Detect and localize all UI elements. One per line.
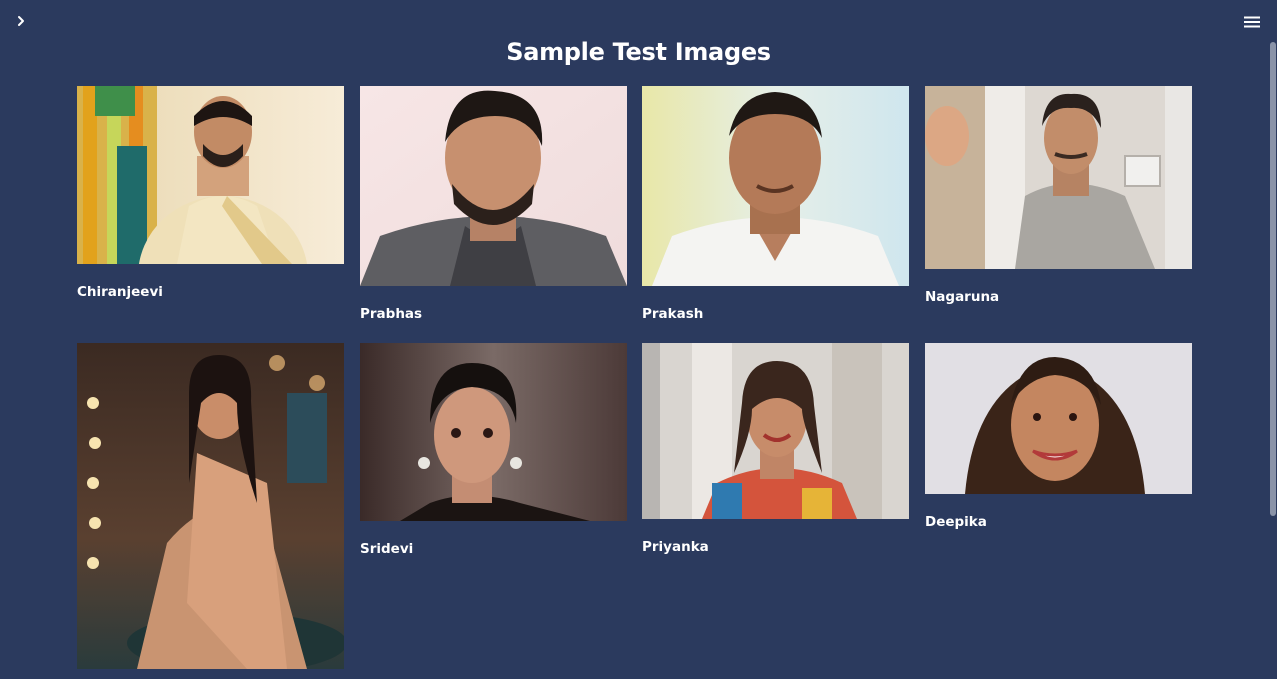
gallery-image-deepika[interactable] — [925, 343, 1192, 494]
gallery-caption: Chiranjeevi — [77, 284, 163, 300]
gallery-card[interactable]: Chiranjeevi — [77, 86, 344, 300]
gallery-image-prakash[interactable] — [642, 86, 909, 286]
gallery-card[interactable] — [77, 343, 344, 669]
gallery-caption: Prakash — [642, 306, 704, 322]
hamburger-menu-icon — [1244, 16, 1260, 28]
gallery-card[interactable]: Nagaruna — [925, 86, 1192, 305]
gallery-caption: Priyanka — [642, 539, 709, 555]
gallery-card[interactable]: Priyanka — [642, 343, 909, 555]
gallery-image-nagaruna[interactable] — [925, 86, 1192, 269]
gallery-card[interactable]: Deepika — [925, 343, 1192, 530]
gallery-image-sridevi[interactable] — [360, 343, 627, 521]
gallery-card[interactable]: Sridevi — [360, 343, 627, 557]
gallery-image-priyanka[interactable] — [642, 343, 909, 519]
app-window: Sample Test Images Chiranjeevi Prabhas P… — [0, 0, 1277, 679]
gallery-caption: Sridevi — [360, 541, 414, 557]
gallery-caption: Nagaruna — [925, 289, 1000, 305]
vertical-scrollbar[interactable] — [1270, 42, 1276, 516]
gallery-card[interactable]: Prabhas — [360, 86, 627, 322]
gallery-image-kajol[interactable] — [77, 343, 344, 669]
gallery-caption: Deepika — [925, 514, 987, 530]
gallery-image-chiranjeevi[interactable] — [77, 86, 344, 264]
chevron-right-icon — [18, 16, 24, 26]
main-menu-button[interactable] — [1241, 11, 1263, 33]
page-title: Sample Test Images — [506, 38, 771, 66]
sidebar-toggle-button[interactable] — [10, 10, 32, 32]
gallery-card[interactable]: Prakash — [642, 86, 909, 322]
gallery-image-prabhas[interactable] — [360, 86, 627, 286]
gallery-caption: Prabhas — [360, 306, 423, 322]
